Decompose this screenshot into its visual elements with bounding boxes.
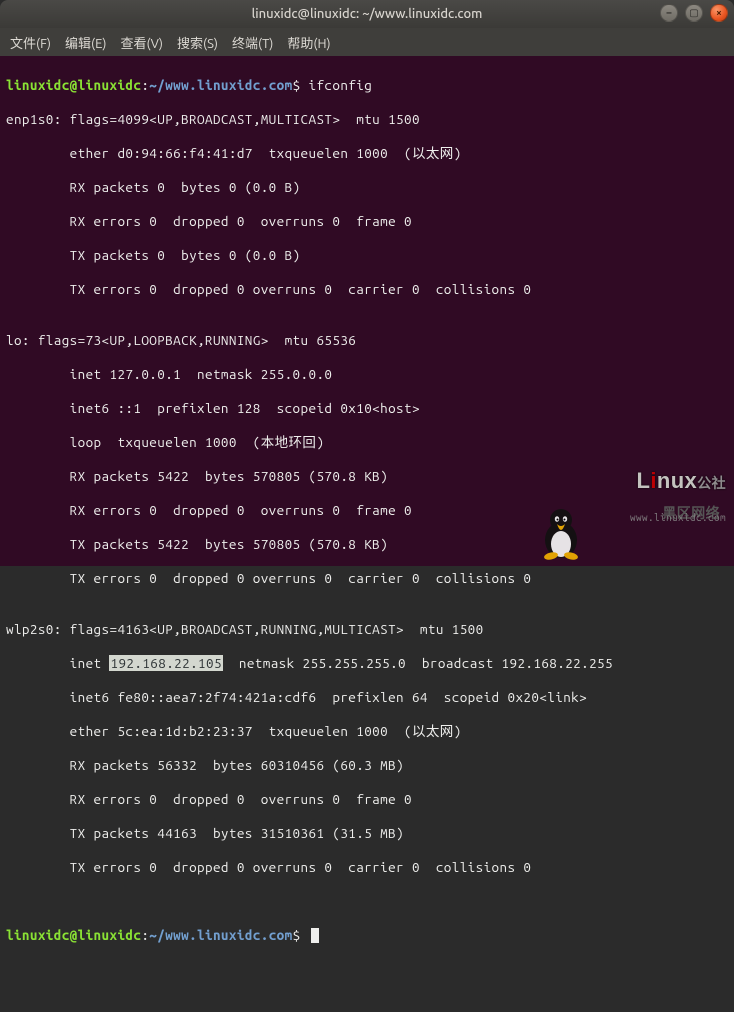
prompt-user: linuxidc@linuxidc xyxy=(6,927,141,943)
output-line: TX errors 0 dropped 0 overruns 0 carrier… xyxy=(6,570,728,587)
prompt-dollar: $ xyxy=(293,927,301,943)
menu-terminal[interactable]: 终端(T) xyxy=(232,33,273,52)
menu-file[interactable]: 文件(F) xyxy=(10,33,51,52)
output-line: TX packets 5422 bytes 570805 (570.8 KB) xyxy=(6,536,728,553)
menu-edit[interactable]: 编辑(E) xyxy=(65,33,106,52)
output-line: lo: flags=73<UP,LOOPBACK,RUNNING> mtu 65… xyxy=(6,332,728,349)
prompt-path: ~/www.linuxidc.com xyxy=(149,927,292,943)
output-line: enp1s0: flags=4099<UP,BROADCAST,MULTICAS… xyxy=(6,111,728,128)
inet-prefix: inet xyxy=(6,655,109,671)
output-line: TX packets 44163 bytes 31510361 (31.5 MB… xyxy=(6,825,728,842)
menu-bar: 文件(F) 编辑(E) 查看(V) 搜索(S) 终端(T) 帮助(H) xyxy=(0,28,734,56)
prompt-path: ~/www.linuxidc.com xyxy=(149,77,292,93)
output-line: inet6 ::1 prefixlen 128 scopeid 0x10<hos… xyxy=(6,400,728,417)
prompt-user: linuxidc@linuxidc xyxy=(6,77,141,93)
output-line: ether d0:94:66:f4:41:d7 txqueuelen 1000 … xyxy=(6,145,728,162)
terminal-pane[interactable]: linuxidc@linuxidc:~/www.linuxidc.com$ if… xyxy=(0,56,734,566)
inet-suffix: netmask 255.255.255.0 broadcast 192.168.… xyxy=(223,655,613,671)
menu-help[interactable]: 帮助(H) xyxy=(287,33,330,52)
output-line: loop txqueuelen 1000 (本地环回) xyxy=(6,434,728,451)
minimize-button[interactable]: – xyxy=(660,4,678,22)
output-line: TX errors 0 dropped 0 overruns 0 carrier… xyxy=(6,859,728,876)
watermark-top-text: 黑区网络 xyxy=(662,505,720,522)
command-ifconfig: ifconfig xyxy=(309,77,373,93)
window-title: linuxidc@linuxidc: ~/www.linuxidc.com xyxy=(252,7,483,21)
menu-search[interactable]: 搜索(S) xyxy=(177,33,218,52)
output-line: TX errors 0 dropped 0 overruns 0 carrier… xyxy=(6,281,728,298)
output-line-inet: inet 192.168.22.105 netmask 255.255.255.… xyxy=(6,655,728,672)
maximize-button[interactable]: ▢ xyxy=(685,4,703,22)
menu-view[interactable]: 查看(V) xyxy=(121,33,163,52)
output-line: RX errors 0 dropped 0 overruns 0 frame 0 xyxy=(6,213,728,230)
close-icon: × xyxy=(716,8,722,18)
output-blank xyxy=(6,893,728,910)
window-titlebar: linuxidc@linuxidc: ~/www.linuxidc.com – … xyxy=(0,0,734,28)
terminal-cursor xyxy=(311,928,319,943)
output-line: wlp2s0: flags=4163<UP,BROADCAST,RUNNING,… xyxy=(6,621,728,638)
output-line: TX packets 0 bytes 0 (0.0 B) xyxy=(6,247,728,264)
output-line: inet6 fe80::aea7:2f74:421a:cdf6 prefixle… xyxy=(6,689,728,706)
window-controls: – ▢ × xyxy=(660,4,728,22)
output-line: ether 5c:ea:1d:b2:23:37 txqueuelen 1000 … xyxy=(6,723,728,740)
prompt-dollar: $ xyxy=(293,77,301,93)
output-line: inet 127.0.0.1 netmask 255.0.0.0 xyxy=(6,366,728,383)
output-line: RX errors 0 dropped 0 overruns 0 frame 0 xyxy=(6,791,728,808)
output-line: RX packets 56332 bytes 60310456 (60.3 MB… xyxy=(6,757,728,774)
maximize-icon: ▢ xyxy=(689,8,698,18)
prompt-line-2: linuxidc@linuxidc:~/www.linuxidc.com$ xyxy=(6,927,728,944)
close-button[interactable]: × xyxy=(710,4,728,22)
minimize-icon: – xyxy=(667,8,672,18)
output-line: RX packets 0 bytes 0 (0.0 B) xyxy=(6,179,728,196)
prompt-line-1: linuxidc@linuxidc:~/www.linuxidc.com$ if… xyxy=(6,77,728,94)
prompt-colon: : xyxy=(141,927,149,943)
output-line: RX errors 0 dropped 0 overruns 0 frame 0 xyxy=(6,502,728,519)
highlighted-ip: 192.168.22.105 xyxy=(109,655,222,671)
output-line: RX packets 5422 bytes 570805 (570.8 KB) xyxy=(6,468,728,485)
